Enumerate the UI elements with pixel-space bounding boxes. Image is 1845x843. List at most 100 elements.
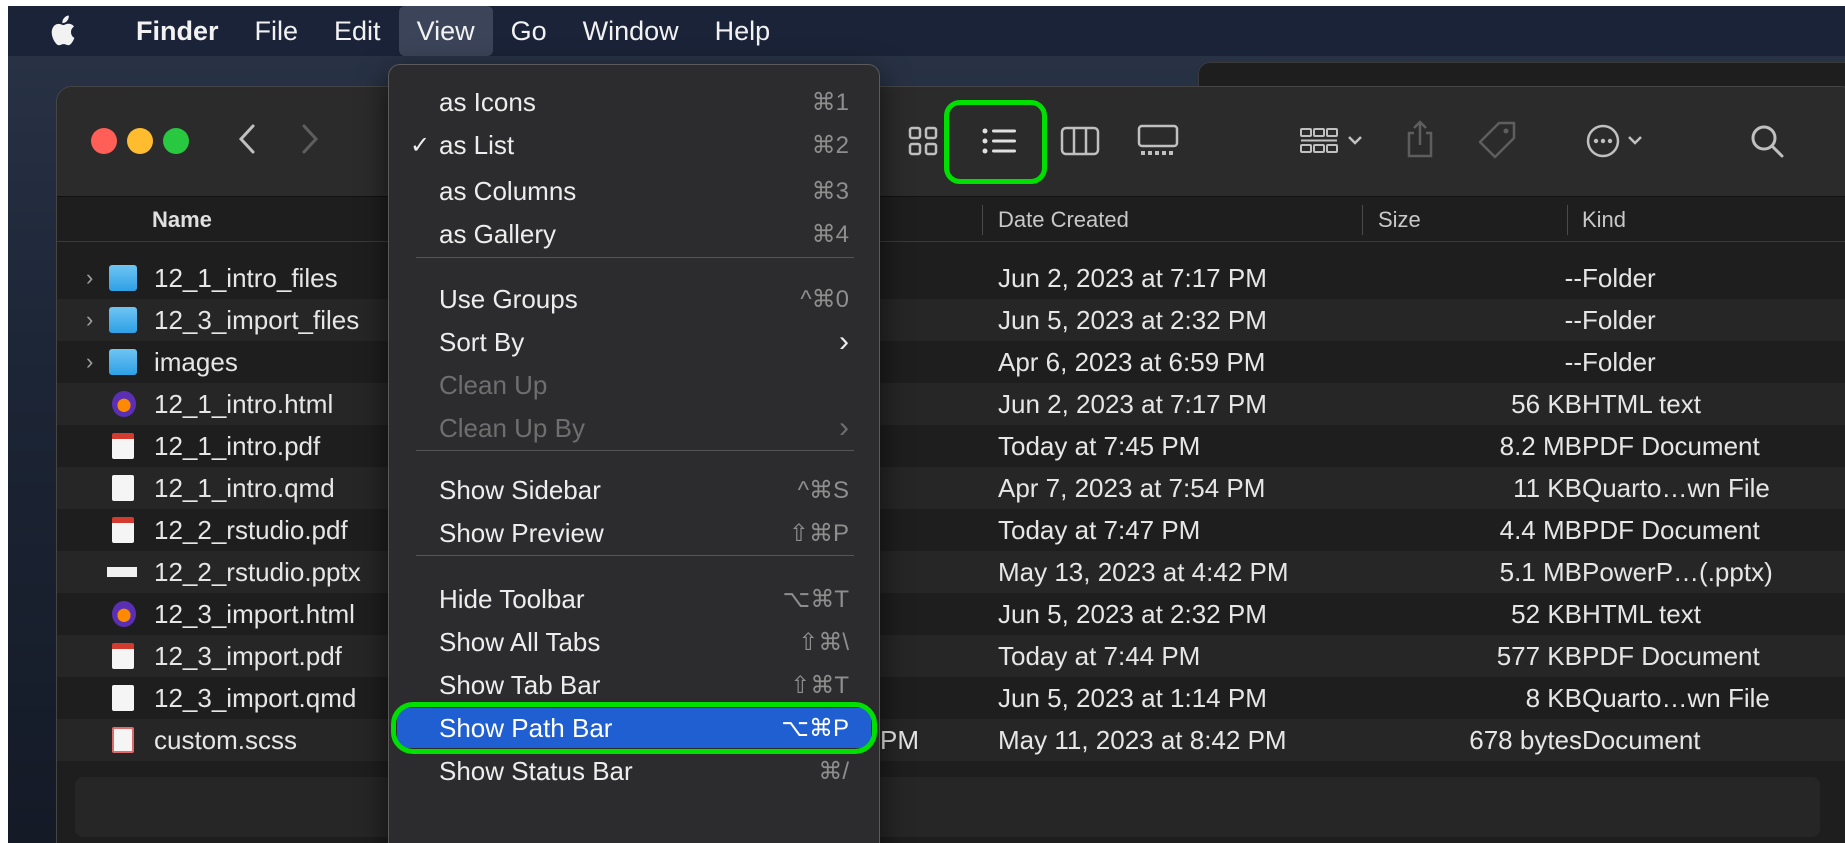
header-size[interactable]: Size	[1378, 197, 1421, 242]
file-row[interactable]: 12_3_import.qmd Jun 5, 2023 at 1:14 PM 8 K…	[57, 677, 1845, 719]
disclosure-chevron-icon[interactable]: ›	[86, 257, 93, 299]
menu-separator	[416, 450, 854, 451]
checkmark-icon: ✓	[410, 131, 431, 159]
header-date-created[interactable]: Date Created	[998, 197, 1129, 242]
menu-item-as-columns[interactable]: as Columns ⌘3	[397, 171, 871, 211]
disclosure-chevron-icon[interactable]: ›	[86, 341, 93, 383]
file-date-created: Today at 7:44 PM	[998, 640, 1201, 671]
header-divider[interactable]	[1567, 205, 1568, 235]
partial-date-modified: PM	[880, 724, 919, 755]
menu-item-label: Show Preview	[439, 517, 604, 548]
file-kind: Folder	[1582, 346, 1656, 377]
folder-file-icon	[109, 265, 137, 291]
scss-file-icon	[112, 727, 134, 753]
file-kind: Document	[1582, 724, 1701, 755]
file-list: › 12_1_intro_files Jun 2, 2023 at 7:17 PM -…	[57, 257, 1845, 761]
html-file-icon	[112, 601, 136, 627]
menu-item-label: Clean Up	[439, 369, 548, 400]
file-row[interactable]: 12_3_import.html Jun 5, 2023 at 2:32 PM 52…	[57, 593, 1845, 635]
file-name: 12_2_rstudio.pdf	[154, 514, 348, 545]
file-date-created: Jun 2, 2023 at 7:17 PM	[998, 262, 1267, 293]
menu-view[interactable]: View	[398, 6, 493, 56]
disclosure-chevron-icon[interactable]: ›	[86, 299, 93, 341]
column-view-icon[interactable]	[1057, 121, 1103, 161]
menu-item-show-preview[interactable]: Show Preview ⇧⌘P	[397, 513, 871, 553]
forward-button[interactable]	[295, 117, 325, 161]
menu-edit[interactable]: Edit	[316, 6, 399, 56]
file-date-created: Jun 2, 2023 at 7:17 PM	[998, 388, 1267, 419]
menu-item-show-tab-bar[interactable]: Show Tab Bar ⇧⌘T	[397, 665, 871, 705]
file-size: 8 KB	[1525, 682, 1582, 713]
file-row[interactable]: › 12_3_import_files Jun 5, 2023 at 2:32 PM…	[57, 299, 1845, 341]
file-row[interactable]: 12_1_intro.html Jun 2, 2023 at 7:17 PM 56 …	[57, 383, 1845, 425]
menu-item-as-list[interactable]: ✓ as List ⌘2	[397, 125, 871, 165]
header-kind[interactable]: Kind	[1582, 197, 1626, 242]
menu-item-show-sidebar[interactable]: Show Sidebar ^⌘S	[397, 470, 871, 510]
file-row[interactable]: 12_2_rstudio.pdf Today at 7:47 PM 4.4 MB PD…	[57, 509, 1845, 551]
file-row[interactable]: 12_1_intro.pdf Today at 7:45 PM 8.2 MB PDF …	[57, 425, 1845, 467]
menu-item-show-status-bar[interactable]: Show Status Bar ⌘/	[397, 751, 871, 791]
zoom-button[interactable]	[163, 128, 189, 154]
close-button[interactable]	[91, 128, 117, 154]
file-row[interactable]: › images Apr 6, 2023 at 6:59 PM -- Folder	[57, 341, 1845, 383]
header-divider[interactable]	[982, 205, 983, 235]
search-icon[interactable]	[1745, 121, 1789, 161]
annotation-highlight	[391, 702, 877, 754]
submenu-chevron-icon: ›	[839, 325, 849, 358]
menu-item-shortcut: ⇧⌘T	[790, 671, 849, 699]
header-divider[interactable]	[1362, 205, 1363, 235]
file-date-created: Apr 6, 2023 at 6:59 PM	[998, 346, 1266, 377]
file-date-created: May 13, 2023 at 4:42 PM	[998, 556, 1289, 587]
header-name[interactable]: Name	[152, 197, 212, 242]
file-size: 8.2 MB	[1499, 430, 1582, 461]
doc-file-icon	[112, 685, 134, 711]
view-menu: as Icons ⌘1 ✓ as List ⌘2 as Columns ⌘3 as Galle…	[388, 64, 880, 843]
file-kind: Folder	[1582, 262, 1656, 293]
menu-item-show-all-tabs[interactable]: Show All Tabs ⇧⌘\	[397, 622, 871, 662]
file-name: 12_3_import_files	[154, 304, 360, 335]
file-row[interactable]: 12_1_intro.qmd Apr 7, 2023 at 7:54 PM 11 K…	[57, 467, 1845, 509]
file-date-created: Today at 7:47 PM	[998, 514, 1201, 545]
menu-item-shortcut: ^⌘S	[797, 476, 849, 504]
menu-item-shortcut: ^⌘0	[800, 285, 849, 313]
file-date-created: Apr 7, 2023 at 7:54 PM	[998, 472, 1266, 503]
file-row[interactable]: 12_3_import.pdf Today at 7:44 PM 577 KB PDF…	[57, 635, 1845, 677]
menu-item-label: Show Status Bar	[439, 755, 633, 786]
tag-icon[interactable]	[1475, 117, 1519, 163]
group-by-icon[interactable]	[1295, 121, 1375, 161]
file-name: 12_3_import.pdf	[154, 640, 342, 671]
menu-item-as-gallery[interactable]: as Gallery ⌘4	[397, 214, 871, 254]
share-icon[interactable]	[1400, 115, 1440, 163]
file-size: 52 KB	[1511, 598, 1582, 629]
menu-item-hide-toolbar[interactable]: Hide Toolbar ⌥⌘T	[397, 579, 871, 619]
menu-help[interactable]: Help	[697, 6, 789, 56]
apple-icon[interactable]	[48, 15, 88, 47]
file-row[interactable]: custom.scss May 11, 2023 at 8:42 PM 678 by…	[57, 719, 1845, 761]
back-button[interactable]	[232, 117, 262, 161]
column-headers: Name Date Created Size Kind	[57, 197, 1845, 242]
file-date-created: Jun 5, 2023 at 2:32 PM	[998, 304, 1267, 335]
file-size: --	[1564, 304, 1582, 335]
file-row[interactable]: › 12_1_intro_files Jun 2, 2023 at 7:17 PM -…	[57, 257, 1845, 299]
menu-item-shortcut: ⇧⌘\	[798, 628, 849, 656]
gallery-view-icon[interactable]	[1135, 121, 1181, 161]
file-kind: Quarto…wn File	[1582, 472, 1770, 503]
menu-finder[interactable]: Finder	[118, 6, 237, 56]
file-name: 12_3_import.html	[154, 598, 355, 629]
action-menu-icon[interactable]	[1582, 121, 1658, 161]
menu-item-use-groups[interactable]: Use Groups ^⌘0	[397, 279, 871, 319]
html-file-icon	[112, 391, 136, 417]
menu-window[interactable]: Window	[565, 6, 697, 56]
icon-view-icon[interactable]	[903, 121, 943, 161]
finder-window: Name Date Created Size Kind › 12_1_intro_…	[56, 86, 1845, 843]
menu-file[interactable]: File	[237, 6, 317, 56]
menu-item-sort-by[interactable]: Sort By ›	[397, 322, 871, 362]
menu-go[interactable]: Go	[493, 6, 565, 56]
file-row[interactable]: 12_2_rstudio.pptx May 13, 2023 at 4:42 PM…	[57, 551, 1845, 593]
menu-item-as-icons[interactable]: as Icons ⌘1	[397, 82, 871, 122]
menu-item-shortcut: ⌥⌘T	[782, 585, 849, 613]
file-date-created: Jun 5, 2023 at 1:14 PM	[998, 682, 1267, 713]
minimize-button[interactable]	[127, 128, 153, 154]
annotation-highlight	[944, 100, 1047, 184]
menu-separator	[416, 555, 854, 556]
